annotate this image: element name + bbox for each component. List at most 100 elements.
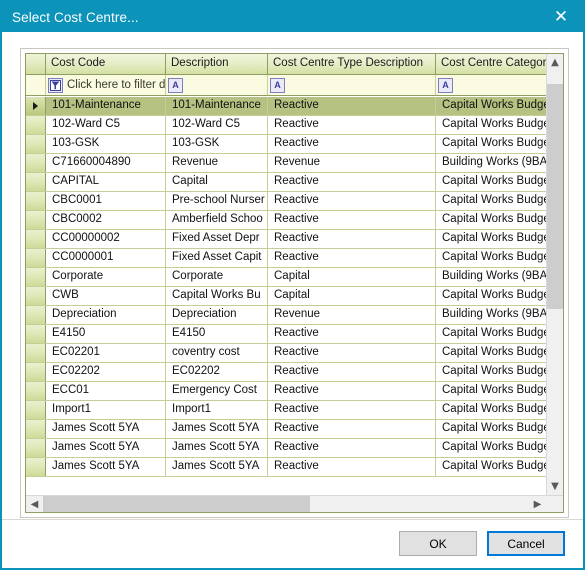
cell-cost-code[interactable]: EC02202: [46, 363, 166, 381]
cell-category-description[interactable]: Capital Works Budget: [436, 249, 546, 267]
filter-cell-category-description[interactable]: A: [436, 75, 564, 95]
cancel-button[interactable]: Cancel: [487, 531, 565, 556]
cell-category-description[interactable]: Capital Works Budget: [436, 401, 546, 419]
cell-category-description[interactable]: Capital Works Budget: [436, 230, 546, 248]
cell-description[interactable]: Capital Works Bu: [166, 287, 268, 305]
row-header-cell[interactable]: [26, 268, 46, 286]
horizontal-scrollbar[interactable]: ◀ ▶: [26, 495, 563, 512]
table-row[interactable]: CAPITALCapitalReactiveCapital Works Budg…: [26, 173, 546, 192]
cell-category-description[interactable]: Capital Works Budget: [436, 211, 546, 229]
table-row[interactable]: DepreciationDepreciationRevenueBuilding …: [26, 306, 546, 325]
table-row[interactable]: James Scott 5YAJames Scott 5YAReactiveCa…: [26, 420, 546, 439]
cell-type-description[interactable]: Reactive: [268, 192, 436, 210]
cell-description[interactable]: Pre-school Nurser: [166, 192, 268, 210]
table-row[interactable]: James Scott 5YAJames Scott 5YAReactiveCa…: [26, 458, 546, 477]
cell-type-description[interactable]: Reactive: [268, 211, 436, 229]
cell-description[interactable]: 102-Ward C5: [166, 116, 268, 134]
row-header-cell[interactable]: [26, 135, 46, 153]
cell-category-description[interactable]: Capital Works Budget: [436, 420, 546, 438]
cell-type-description[interactable]: Reactive: [268, 420, 436, 438]
cell-cost-code[interactable]: James Scott 5YA: [46, 458, 166, 476]
table-row[interactable]: ECC01Emergency CostReactiveCapital Works…: [26, 382, 546, 401]
cell-description[interactable]: James Scott 5YA: [166, 420, 268, 438]
cell-category-description[interactable]: Building Works (9BA): [436, 306, 546, 324]
row-header-cell[interactable]: [26, 173, 46, 191]
table-row[interactable]: CorporateCorporateCapitalBuilding Works …: [26, 268, 546, 287]
cell-category-description[interactable]: Capital Works Budget: [436, 382, 546, 400]
row-header-cell[interactable]: [26, 230, 46, 248]
cell-cost-code[interactable]: James Scott 5YA: [46, 439, 166, 457]
cell-cost-code[interactable]: Depreciation: [46, 306, 166, 324]
cell-description[interactable]: Fixed Asset Capit: [166, 249, 268, 267]
chevron-right-icon[interactable]: ▶: [529, 496, 546, 512]
cell-type-description[interactable]: Revenue: [268, 154, 436, 172]
cell-description[interactable]: James Scott 5YA: [166, 458, 268, 476]
cell-category-description[interactable]: Capital Works Budget: [436, 97, 546, 115]
cell-description[interactable]: Corporate: [166, 268, 268, 286]
cell-type-description[interactable]: Capital: [268, 287, 436, 305]
table-row[interactable]: Import1Import1ReactiveCapital Works Budg…: [26, 401, 546, 420]
cell-type-description[interactable]: Reactive: [268, 230, 436, 248]
cell-cost-code[interactable]: ECC01: [46, 382, 166, 400]
column-header-cost-centre-category-description[interactable]: Cost Centre Category Desc: [436, 54, 564, 74]
column-header-description[interactable]: Description: [166, 54, 268, 74]
table-row[interactable]: CWBCapital Works BuCapitalCapital Works …: [26, 287, 546, 306]
cell-cost-code[interactable]: 103-GSK: [46, 135, 166, 153]
text-filter-icon[interactable]: A: [438, 78, 453, 93]
cell-description[interactable]: E4150: [166, 325, 268, 343]
text-filter-icon[interactable]: A: [168, 78, 183, 93]
row-header-cell[interactable]: [26, 287, 46, 305]
cell-category-description[interactable]: Capital Works Budget: [436, 344, 546, 362]
cell-category-description[interactable]: Capital Works Budget: [436, 458, 546, 476]
cell-type-description[interactable]: Reactive: [268, 458, 436, 476]
row-header-cell[interactable]: [26, 211, 46, 229]
column-header-cost-code[interactable]: Cost Code: [46, 54, 166, 74]
cell-cost-code[interactable]: CAPITAL: [46, 173, 166, 191]
cell-description[interactable]: EC02202: [166, 363, 268, 381]
cell-description[interactable]: James Scott 5YA: [166, 439, 268, 457]
cell-cost-code[interactable]: 101-Maintenance: [46, 97, 166, 115]
close-icon[interactable]: ✕: [539, 2, 583, 32]
filter-funnel-icon[interactable]: [48, 78, 63, 93]
cell-type-description[interactable]: Reactive: [268, 325, 436, 343]
row-header-cell[interactable]: [26, 401, 46, 419]
cell-type-description[interactable]: Reactive: [268, 382, 436, 400]
cell-category-description[interactable]: Capital Works Budget: [436, 325, 546, 343]
cell-category-description[interactable]: Capital Works Budget: [436, 439, 546, 457]
cell-description[interactable]: 103-GSK: [166, 135, 268, 153]
cell-cost-code[interactable]: 102-Ward C5: [46, 116, 166, 134]
cell-type-description[interactable]: Reactive: [268, 116, 436, 134]
table-row[interactable]: CC0000001Fixed Asset CapitReactiveCapita…: [26, 249, 546, 268]
cell-description[interactable]: Depreciation: [166, 306, 268, 324]
cell-cost-code[interactable]: CBC0001: [46, 192, 166, 210]
chevron-down-icon[interactable]: ▼: [547, 478, 563, 495]
cell-cost-code[interactable]: James Scott 5YA: [46, 420, 166, 438]
row-header-cell[interactable]: [26, 420, 46, 438]
cell-type-description[interactable]: Reactive: [268, 344, 436, 362]
table-row[interactable]: CBC0001Pre-school NurserReactiveCapital …: [26, 192, 546, 211]
cell-cost-code[interactable]: EC02201: [46, 344, 166, 362]
row-header-cell[interactable]: [26, 249, 46, 267]
cell-description[interactable]: Amberfield Schoo: [166, 211, 268, 229]
cell-type-description[interactable]: Reactive: [268, 97, 436, 115]
table-row[interactable]: James Scott 5YAJames Scott 5YAReactiveCa…: [26, 439, 546, 458]
cell-category-description[interactable]: Capital Works Budget: [436, 116, 546, 134]
row-header-cell[interactable]: [26, 97, 46, 115]
horizontal-scrollbar-thumb[interactable]: [43, 496, 310, 512]
text-filter-icon[interactable]: A: [270, 78, 285, 93]
cell-cost-code[interactable]: CBC0002: [46, 211, 166, 229]
cell-category-description[interactable]: Capital Works Budget: [436, 363, 546, 381]
cell-type-description[interactable]: Revenue: [268, 306, 436, 324]
cell-category-description[interactable]: Capital Works Budget: [436, 173, 546, 191]
table-row[interactable]: C71660004890RevenueRevenueBuilding Works…: [26, 154, 546, 173]
grid-select-all-corner[interactable]: [26, 54, 46, 74]
table-row[interactable]: CC00000002Fixed Asset DeprReactiveCapita…: [26, 230, 546, 249]
cell-cost-code[interactable]: CWB: [46, 287, 166, 305]
cell-description[interactable]: Emergency Cost: [166, 382, 268, 400]
column-header-cost-centre-type-description[interactable]: Cost Centre Type Description: [268, 54, 436, 74]
cell-cost-code[interactable]: E4150: [46, 325, 166, 343]
row-header-cell[interactable]: [26, 382, 46, 400]
cell-cost-code[interactable]: C71660004890: [46, 154, 166, 172]
table-row[interactable]: 103-GSK103-GSKReactiveCapital Works Budg…: [26, 135, 546, 154]
cell-description[interactable]: Capital: [166, 173, 268, 191]
